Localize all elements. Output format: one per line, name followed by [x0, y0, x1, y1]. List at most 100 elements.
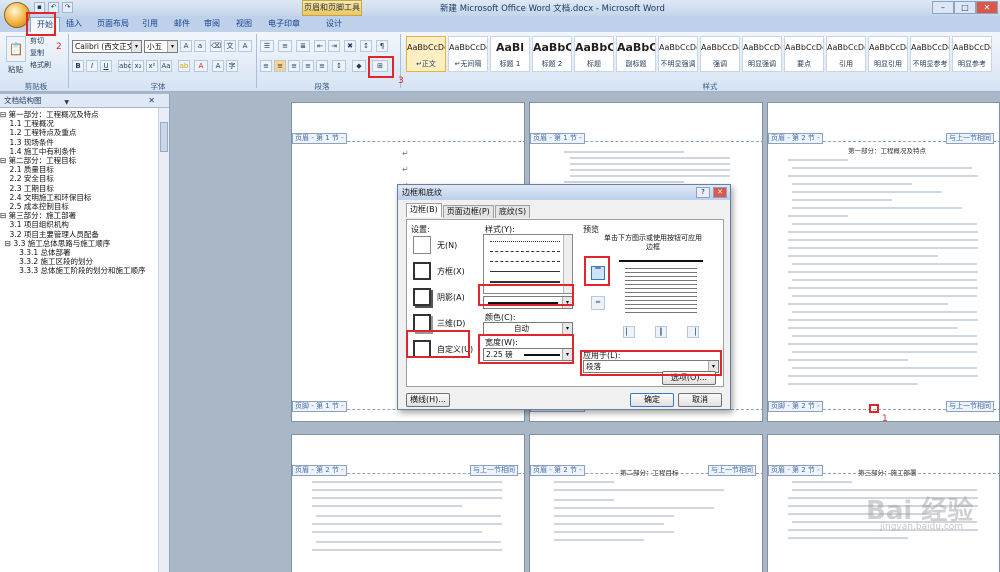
footer-section-1[interactable]: 页脚 - 第 1 节 - [292, 401, 347, 412]
close-button[interactable]: ✕ [976, 1, 998, 14]
change-case-icon[interactable]: Aa [160, 60, 172, 72]
style-item[interactable]: AaBbCcDd 明显引用 [868, 36, 908, 72]
nav-item[interactable]: 1.3 现场条件 [0, 138, 157, 147]
style-item[interactable]: AaBbCcDd 要点 [784, 36, 824, 72]
close-icon[interactable]: ✕ [713, 187, 727, 198]
font-color-icon[interactable]: A [194, 60, 208, 72]
minimize-button[interactable]: – [932, 1, 954, 14]
header-section-2[interactable]: 页眉 - 第 2 节 - [768, 133, 823, 144]
show-marks-icon[interactable]: ¶ [376, 40, 388, 52]
bullets-icon[interactable]: ☰ [260, 40, 274, 52]
style-item[interactable]: AaBbC 副标题 [616, 36, 656, 72]
superscript-icon[interactable]: x² [146, 60, 158, 72]
setting-3d-label[interactable]: 三维(D) [437, 318, 465, 329]
preview-box[interactable] [619, 260, 703, 320]
redo-icon[interactable]: ↷ [62, 2, 73, 13]
tab-insert[interactable]: 插入 [66, 17, 82, 31]
tab-borders[interactable]: 边框(B) [406, 203, 442, 217]
strikethrough-icon[interactable]: abc [118, 60, 132, 72]
italic-icon[interactable]: I [86, 60, 98, 72]
nav-item[interactable]: 3.1 项目组织机构 [0, 220, 157, 229]
line-spacing-icon[interactable]: ↕ [332, 60, 346, 72]
setting-shadow-label[interactable]: 阴影(A) [437, 292, 465, 303]
style-item[interactable]: AaBbC 标题 2 [532, 36, 572, 72]
inside-border-button[interactable]: ═ [591, 296, 605, 310]
setting-box-label[interactable]: 方框(X) [437, 266, 465, 277]
tab-shading[interactable]: 底纹(S) [494, 205, 531, 218]
font-name-combo[interactable]: Calibri (西文正文) ▾ [72, 40, 142, 53]
header-section-2[interactable]: 页眉 - 第 2 节 - [292, 465, 347, 476]
nav-scrollbar[interactable] [158, 108, 169, 572]
header-section-1[interactable]: 页眉 - 第 1 节 - [530, 133, 585, 144]
format-painter-button[interactable]: 格式刷 [30, 60, 51, 70]
header-section-1[interactable]: 页眉 - 第 1 节 - [292, 133, 347, 144]
grow-font-icon[interactable]: A [180, 40, 192, 52]
style-item[interactable]: AaBbCcDd 不明显参考 [910, 36, 950, 72]
highlight-color-icon[interactable]: ab [178, 60, 190, 72]
nav-item[interactable]: 3.3.1 总体部署 [0, 248, 157, 257]
header-section-2[interactable]: 页眉 - 第 2 节 - [768, 465, 823, 476]
style-item[interactable]: AaBbCcDd 强调 [700, 36, 740, 72]
help-icon[interactable]: ? [696, 187, 710, 198]
char-border-icon[interactable]: A [238, 40, 252, 52]
style-item[interactable]: AaBbC 标题 [574, 36, 614, 72]
enclose-char-icon[interactable]: 字 [226, 60, 238, 72]
multilevel-list-icon[interactable]: ≣ [296, 40, 310, 52]
paste-icon[interactable]: 📋 [6, 36, 26, 62]
shrink-font-icon[interactable]: a [194, 40, 206, 52]
nav-item[interactable]: 1.2 工程特点及重点 [0, 128, 157, 137]
chinese-layout-icon[interactable]: ✖ [344, 40, 356, 52]
paste-label[interactable]: 粘贴 [8, 64, 23, 75]
style-item[interactable]: AaBbCcDd 明显参考 [952, 36, 992, 72]
align-left-icon[interactable]: ≡ [260, 60, 272, 72]
char-shading-icon[interactable]: A [212, 60, 224, 72]
shading-icon[interactable]: ◆ [352, 60, 366, 72]
style-item[interactable]: AaBbCcDd 引用 [826, 36, 866, 72]
nav-item[interactable]: ⊟ 第二部分：工程目标 [0, 156, 157, 165]
cancel-button[interactable]: 取消 [678, 393, 722, 407]
setting-shadow-icon[interactable] [413, 288, 431, 306]
tab-design[interactable]: 设计 [326, 17, 342, 31]
phonetic-guide-icon[interactable]: 文 [224, 40, 236, 52]
increase-indent-icon[interactable]: ⇥ [328, 40, 340, 52]
tab-page-border[interactable]: 页面边框(P) [442, 205, 494, 218]
nav-item[interactable]: 2.5 成本控制目标 [0, 202, 157, 211]
tab-view[interactable]: 视图 [236, 17, 252, 31]
align-center-icon[interactable]: ≡ [274, 60, 286, 72]
tab-e-seal[interactable]: 电子印章 [268, 17, 300, 31]
decrease-indent-icon[interactable]: ⇤ [314, 40, 326, 52]
style-item[interactable]: AaBbCcDd ↵正文 [406, 36, 446, 72]
nav-item[interactable]: ⊟ 3.3 施工总体思路与施工顺序 [0, 239, 157, 248]
right-border-button[interactable]: ▕ [687, 326, 699, 338]
subscript-icon[interactable]: x₂ [132, 60, 144, 72]
style-item[interactable]: AaBbCcDd 不明显强调 [658, 36, 698, 72]
left-border-button[interactable]: ▏ [623, 326, 635, 338]
numbering-icon[interactable]: ≡ [278, 40, 292, 52]
copy-button[interactable]: 复制 [30, 48, 44, 58]
setting-none-icon[interactable] [413, 236, 431, 254]
nav-item[interactable]: 2.2 安全目标 [0, 174, 157, 183]
style-item[interactable]: AaBbCcDd ↵无间隔 [448, 36, 488, 72]
nav-item[interactable]: 1.4 施工中有利条件 [0, 147, 157, 156]
tab-mailings[interactable]: 邮件 [174, 17, 190, 31]
clear-format-icon[interactable]: ⌫ [210, 40, 222, 52]
bold-icon[interactable]: B [72, 60, 84, 72]
tab-references[interactable]: 引用 [142, 17, 158, 31]
font-size-combo[interactable]: 小五 ▾ [144, 40, 178, 53]
header-section-2[interactable]: 页眉 - 第 2 节 - [530, 465, 585, 476]
ok-button[interactable]: 确定 [630, 393, 674, 407]
tab-page-layout[interactable]: 页面布局 [97, 17, 129, 31]
setting-none-label[interactable]: 无(N) [437, 240, 457, 251]
justify-icon[interactable]: ≡ [302, 60, 314, 72]
maximize-button[interactable]: □ [954, 1, 976, 14]
cut-button[interactable]: 剪切 [30, 36, 44, 46]
sort-icon[interactable]: ↕ [360, 40, 372, 52]
setting-box-icon[interactable] [413, 262, 431, 280]
close-icon[interactable]: ✕ [148, 94, 155, 108]
nav-item[interactable]: 2.3 工期目标 [0, 184, 157, 193]
footer-section-2[interactable]: 页脚 - 第 2 节 - [768, 401, 823, 412]
style-item[interactable]: AaBl 标题 1 [490, 36, 530, 72]
nav-item[interactable]: 3.2 项目主要管理人员配备 [0, 230, 157, 239]
nav-item[interactable]: ⊟ 第一部分：工程概况及特点 [0, 110, 157, 119]
align-right-icon[interactable]: ≡ [288, 60, 300, 72]
